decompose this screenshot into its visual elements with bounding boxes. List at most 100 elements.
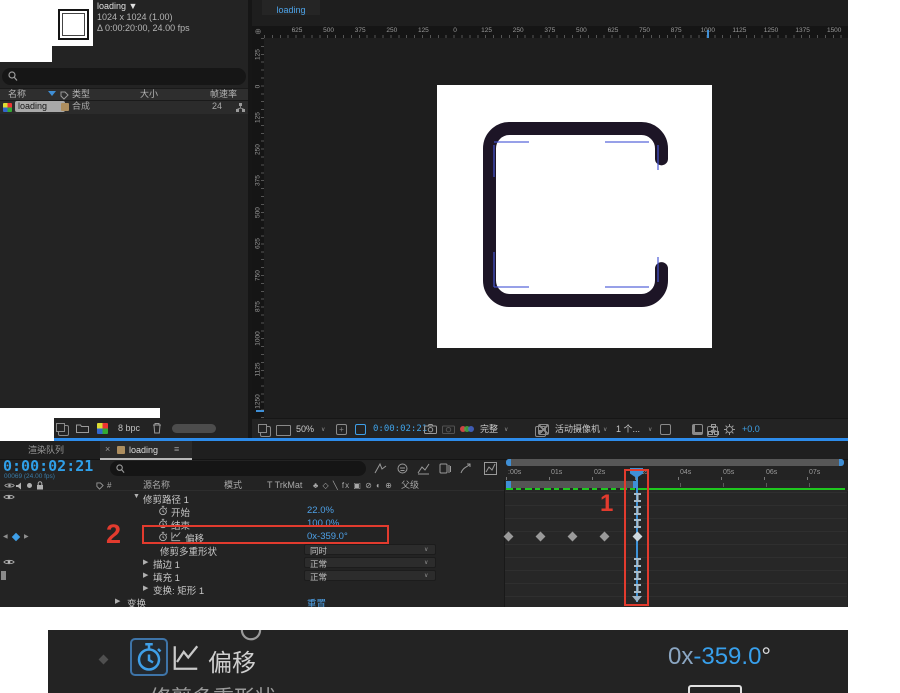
column-size[interactable]: 大小: [140, 89, 158, 100]
new-folder-icon[interactable]: [76, 423, 89, 433]
row-label[interactable]: 变换: [127, 596, 146, 607]
stopwatch-highlight-box[interactable]: [130, 638, 168, 676]
time-navigator-start-handle[interactable]: [506, 459, 511, 466]
hruler-label: 625: [607, 27, 619, 34]
row-value[interactable]: 重置: [307, 596, 326, 607]
transparency-grid-icon[interactable]: [538, 424, 549, 435]
column-name[interactable]: 名称: [8, 89, 26, 100]
time-navigator-bar[interactable]: [506, 459, 844, 466]
comp-name[interactable]: loading ▼: [97, 1, 137, 12]
viewer-timecode[interactable]: 0:00:02:21: [373, 424, 427, 435]
keyframe-next-icon[interactable]: ▶: [24, 533, 29, 540]
column-mode[interactable]: 模式: [224, 480, 242, 491]
timeline-row[interactable]: ▼ 修剪路径 1: [0, 491, 848, 506]
project-panel: loading ▼ 1024 x 1024 (1.00) Δ 0:00:20:0…: [0, 0, 248, 441]
keyframe-add-diamond-icon[interactable]: [11, 532, 21, 541]
column-type[interactable]: 类型: [72, 89, 90, 100]
timeline-row[interactable]: ▶ 描边 1 正常 ∨: [0, 556, 848, 571]
camera-view-value[interactable]: 活动摄像机: [555, 424, 600, 435]
panel-menu-icon[interactable]: ≡: [174, 444, 179, 454]
row-dropdown[interactable]: 正常 ∨: [304, 557, 436, 569]
partial-stopwatch-icon: [238, 630, 264, 642]
item-name[interactable]: loading: [15, 101, 65, 112]
tl-ruler-label: 06s: [766, 469, 778, 476]
timeline-ruler[interactable]: :00s01s02s03s04s05s06s07s: [0, 468, 848, 481]
magnification-value[interactable]: 50%: [296, 424, 314, 435]
sort-arrow-icon[interactable]: [48, 91, 56, 96]
timeline-row[interactable]: ◀ ▶ 偏移 0x-359.0°: [0, 530, 848, 545]
timeline-row[interactable]: 开始 22.0%: [0, 504, 848, 519]
interpret-footage-icon[interactable]: [56, 423, 69, 436]
graph-icon[interactable]: [172, 644, 200, 671]
project-item-row[interactable]: loading 合成 24: [0, 101, 248, 114]
always-preview-icon[interactable]: [258, 424, 271, 437]
view-layout-value[interactable]: 1 个...: [616, 424, 640, 435]
camera-caret-icon[interactable]: ∨: [603, 426, 607, 433]
exposure-value[interactable]: +0.0: [742, 424, 760, 435]
twirl-icon[interactable]: ▶: [115, 597, 120, 605]
share-view-icon[interactable]: [660, 424, 671, 435]
keyframe-prev-icon[interactable]: ◀: [3, 533, 8, 540]
ruler-corner[interactable]: ⊕: [252, 26, 264, 38]
twirl-icon[interactable]: ▼: [133, 493, 140, 500]
timeline-row[interactable]: 修剪多重形状 同时 ∨: [0, 543, 848, 558]
offset-value[interactable]: 0x-359.0°: [668, 643, 771, 671]
row-dropdown[interactable]: 正常 ∨: [304, 570, 436, 582]
timeline-row[interactable]: ▶ 变换 重置: [0, 595, 848, 607]
bit-depth[interactable]: 8 bpc: [118, 423, 140, 434]
viewer-tab[interactable]: loading: [262, 0, 320, 15]
primary-viewer-icon[interactable]: [276, 425, 291, 436]
twirl-icon[interactable]: ▶: [143, 584, 148, 592]
tab-timeline-loading[interactable]: × loading ≡: [100, 441, 192, 460]
hruler-label: 500: [323, 27, 335, 34]
audio-icon[interactable]: [16, 482, 24, 490]
tab-render-queue[interactable]: 渲染队列: [28, 445, 64, 456]
item-label-chip[interactable]: [61, 103, 69, 111]
region-of-interest-icon[interactable]: [355, 424, 366, 435]
column-switches[interactable]: ♣ ◇ ╲ fx ▣ ⊘ ◐ ⊕: [313, 481, 393, 491]
new-composition-icon[interactable]: [97, 423, 108, 434]
row-dropdown[interactable]: 同时 ∨: [304, 544, 436, 556]
close-icon[interactable]: ×: [105, 444, 110, 454]
flowchart-icon[interactable]: [708, 424, 719, 435]
magnification-caret-icon[interactable]: ∨: [321, 426, 325, 433]
project-search-input[interactable]: [2, 68, 246, 85]
column-source-name[interactable]: 源名称: [143, 480, 170, 491]
label-tag-icon[interactable]: [96, 482, 104, 490]
composition-canvas[interactable]: [437, 85, 712, 348]
twirl-icon[interactable]: ▶: [143, 571, 148, 579]
eye-icon[interactable]: [3, 493, 15, 501]
vertical-ruler[interactable]: 125 0 125 250 375 500 625 750 875 1000 1125 1250: [252, 38, 264, 418]
panel-scrollbar[interactable]: [172, 424, 216, 433]
eye-icon[interactable]: [3, 558, 15, 566]
view-layout-caret-icon[interactable]: ∨: [648, 426, 652, 433]
twirl-icon[interactable]: ▶: [143, 558, 148, 566]
exposure-gear-icon[interactable]: [724, 424, 735, 435]
column-parent[interactable]: 父级: [401, 480, 419, 491]
stopwatch-icon[interactable]: [158, 505, 168, 516]
work-area-bar[interactable]: [506, 481, 638, 488]
timeline-row[interactable]: 结束 100.0%: [0, 517, 848, 532]
resolution-value[interactable]: 完整: [480, 424, 498, 435]
snapshot-camera-icon[interactable]: [424, 424, 437, 434]
show-snapshot-icon[interactable]: [442, 424, 455, 434]
time-navigator-end-handle[interactable]: [839, 459, 844, 466]
timeline-row[interactable]: ▶ 变换: 矩形 1: [0, 582, 848, 597]
choose-grid-icon[interactable]: +: [336, 424, 347, 435]
offset-label[interactable]: 偏移: [208, 643, 256, 678]
work-area-start-handle[interactable]: [506, 481, 511, 488]
label-tag-icon[interactable]: [60, 91, 69, 100]
timeline-row[interactable]: ▶ 填充 1 正常 ∨: [0, 569, 848, 584]
tab-active-underline: [100, 458, 192, 460]
trash-icon[interactable]: [152, 422, 162, 434]
eye-icon[interactable]: [4, 482, 15, 489]
row-value[interactable]: 22.0%: [307, 505, 334, 516]
column-fps[interactable]: 帧速率: [210, 89, 237, 100]
hruler-label: 1125: [732, 27, 747, 34]
horizontal-ruler[interactable]: 6255003752501250125250375500625750875100…: [264, 26, 848, 38]
column-trkmat[interactable]: T TrkMat: [267, 480, 302, 491]
solo-icon[interactable]: [27, 483, 32, 488]
resolution-caret-icon[interactable]: ∨: [504, 426, 508, 433]
fast-previews-icon[interactable]: [692, 424, 703, 435]
lock-icon[interactable]: [36, 481, 44, 490]
